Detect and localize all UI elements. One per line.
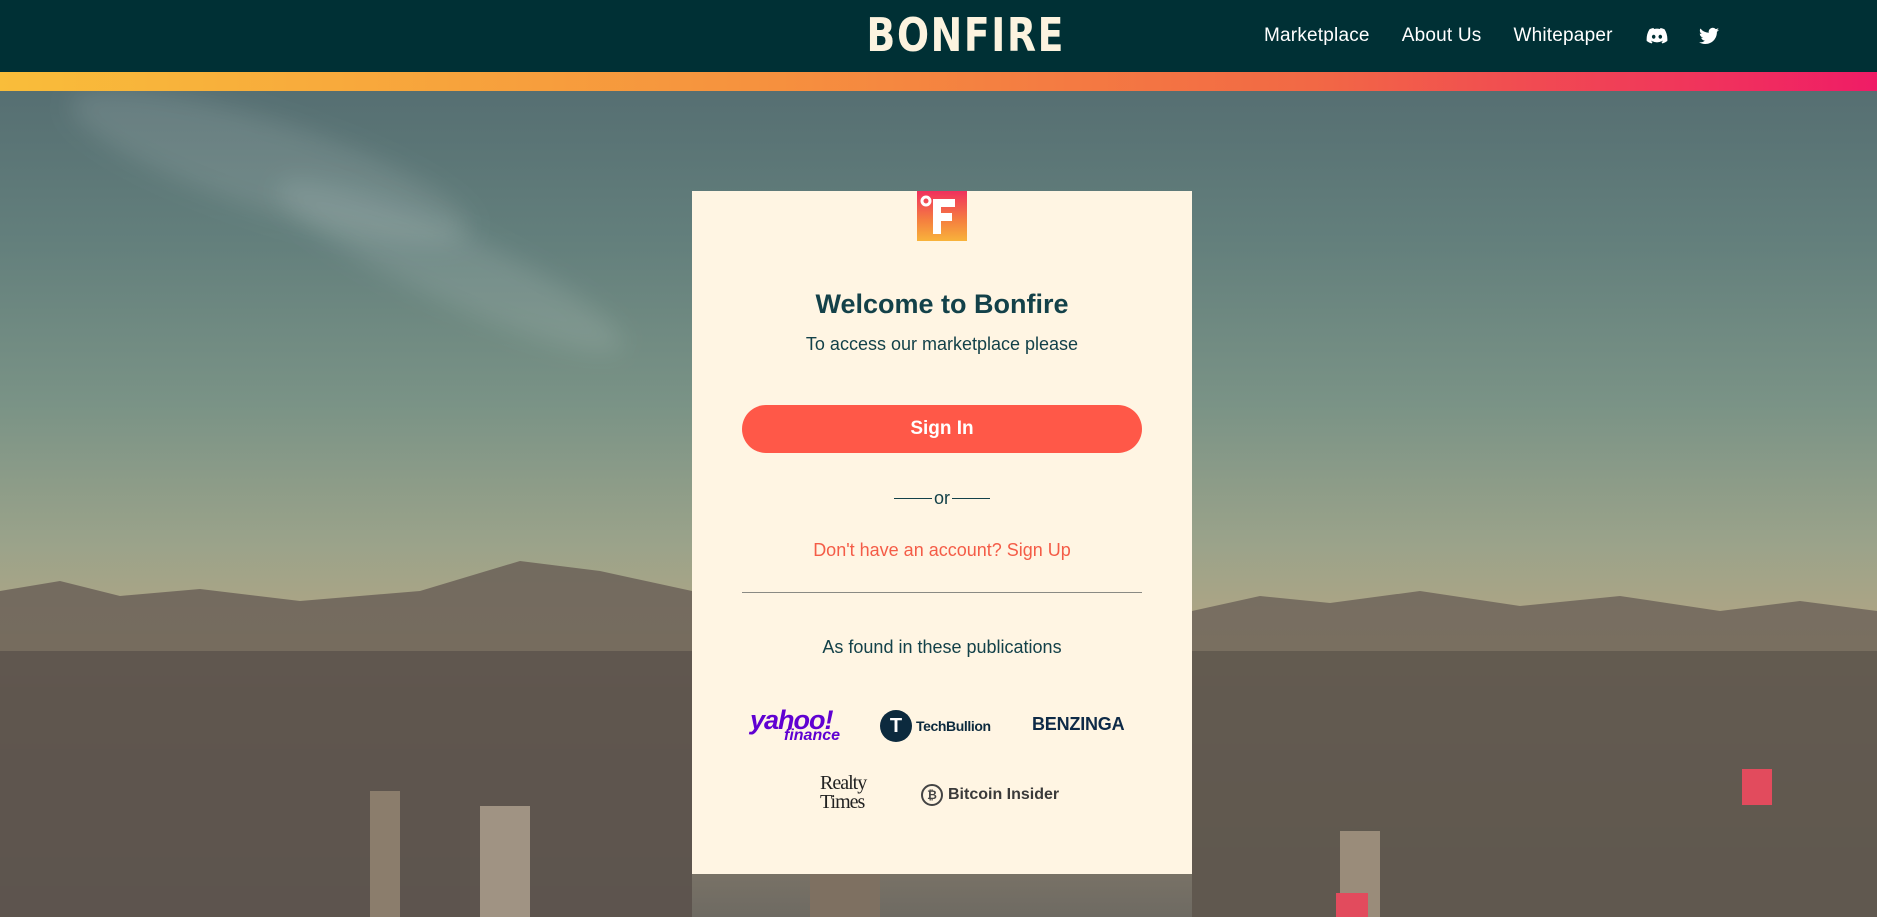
bitcoin-insider-logo: ₿ Bitcoin Insider — [921, 782, 1061, 808]
bitcoin-icon: ₿ — [921, 784, 943, 806]
or-separator: or — [892, 486, 992, 510]
top-navbar: BONFIRE Marketplace About Us Whitepaper — [0, 0, 1877, 72]
realty-times-logo: Realty Times — [820, 773, 882, 816]
publications-title: As found in these publications — [822, 637, 1062, 657]
login-card: Welcome to Bonfire To access our marketp… — [692, 191, 1192, 874]
nav-about-us[interactable]: About Us — [1402, 25, 1482, 47]
finance-wordmark: finance — [784, 727, 841, 744]
techbullion-mark: T — [880, 710, 912, 742]
times-wordmark: Times — [820, 791, 865, 813]
welcome-title: Welcome to Bonfire — [815, 289, 1069, 319]
twitter-icon[interactable] — [1697, 24, 1721, 48]
sign-in-button[interactable]: Sign In — [742, 405, 1142, 453]
access-subtitle: To access our marketplace please — [805, 334, 1079, 354]
techbullion-wordmark: TechBullion — [916, 718, 991, 734]
separator-line — [893, 497, 932, 499]
bonfire-logo-icon — [917, 191, 967, 241]
discord-icon[interactable] — [1645, 24, 1669, 48]
or-label: or — [933, 487, 950, 508]
sign-up-link[interactable]: Don't have an account? Sign Up — [692, 540, 1192, 561]
brand-logo[interactable]: BONFIRE — [867, 6, 1064, 64]
benzinga-logo: BENZINGA — [1032, 714, 1125, 734]
techbullion-logo: T TechBullion — [880, 709, 992, 743]
main-nav: Marketplace About Us Whitepaper — [1264, 0, 1749, 72]
nav-whitepaper[interactable]: Whitepaper — [1513, 25, 1612, 47]
accent-gradient-bar — [0, 72, 1877, 91]
yahoo-finance-logo: yahoo! finance — [750, 707, 842, 747]
separator-line — [952, 497, 990, 499]
bitcoin-insider-wordmark: Bitcoin Insider — [948, 786, 1060, 803]
nav-marketplace[interactable]: Marketplace — [1264, 25, 1370, 47]
divider — [742, 592, 1142, 593]
